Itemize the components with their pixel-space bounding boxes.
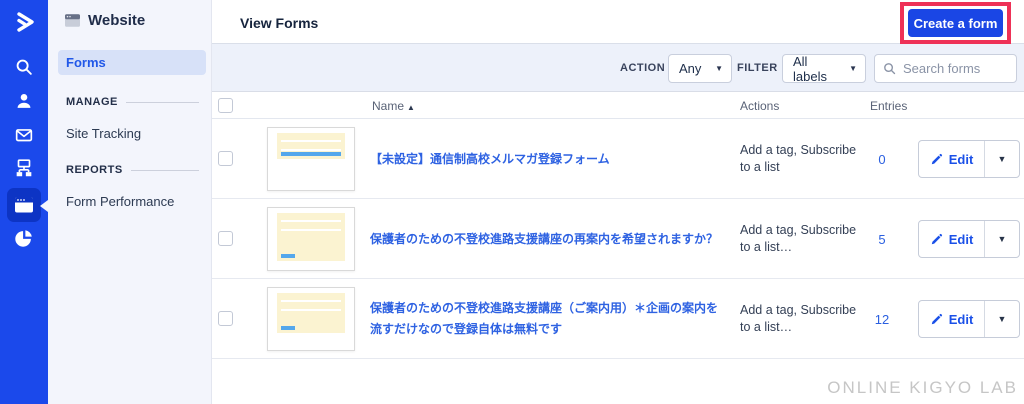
logo-glyph [17, 12, 34, 32]
table-row: 保護者のための不登校進路支援講座（ご案内用）＊企画の案内を流すだけなので登録自体… [212, 279, 1024, 359]
edit-dropdown-toggle[interactable]: ▼ [985, 301, 1019, 337]
automations-icon[interactable] [12, 156, 36, 180]
entries-cell: 5 [862, 199, 902, 279]
main-content: View Forms Create a form ACTION Any ▼ FI… [212, 0, 1024, 404]
activecampaign-logo-icon[interactable] [10, 8, 38, 36]
actions-cell: Add a tag, Subscribe to a list… [740, 302, 857, 335]
form-preview [277, 133, 345, 159]
active-nav-pointer [40, 200, 48, 212]
search-icon [884, 63, 896, 75]
column-header-actions: Actions [740, 99, 780, 113]
pencil-icon [931, 233, 942, 244]
entries-cell: 12 [862, 279, 902, 359]
edit-split-button: Edit ▼ [918, 220, 1020, 258]
form-name-link[interactable]: 保護者のための不登校進路支援講座の再案内を希望されますか？ [370, 229, 718, 250]
sidebar-item-forms-label: Forms [66, 55, 106, 70]
action-label: ACTION [620, 62, 666, 74]
labels-filter-dropdown[interactable]: All labels ▼ [782, 53, 866, 84]
sort-asc-icon: ▲ [407, 103, 415, 112]
name-cell: 【未設定】通信制高校メルマガ登録フォーム [370, 119, 728, 199]
edit-split-button: Edit ▼ [918, 140, 1020, 178]
page-header: View Forms [212, 0, 1024, 44]
table-row: 保護者のための不登校進路支援講座の再案内を希望されますか？ Add a tag,… [212, 199, 1024, 279]
form-name-link[interactable]: 保護者のための不登校進路支援講座（ご案内用）＊企画の案内を流すだけなので登録自体… [370, 298, 728, 340]
pencil-icon [931, 153, 942, 164]
row-checkbox[interactable] [218, 151, 233, 166]
browser-window-icon [15, 197, 33, 213]
form-preview [277, 293, 345, 333]
form-thumbnail[interactable] [267, 207, 355, 271]
section-header-manage: MANAGE [66, 96, 199, 108]
actions-cell: Add a tag, Subscribe to a list [740, 142, 857, 175]
create-form-button[interactable]: Create a form [908, 9, 1003, 37]
page-title: View Forms [240, 15, 319, 31]
section-header-reports: REPORTS [66, 164, 199, 176]
primary-nav-rail [0, 0, 48, 404]
chevron-down-icon: ▼ [849, 64, 857, 73]
website-sidebar: Website Forms MANAGE Site Tracking REPOR… [48, 0, 212, 404]
column-header-entries: Entries [870, 99, 908, 113]
website-icon [65, 14, 80, 27]
sidebar-item-forms[interactable]: Forms [58, 50, 206, 75]
edit-dropdown-toggle[interactable]: ▼ [985, 141, 1019, 177]
chevron-down-icon: ▼ [997, 314, 1007, 324]
form-preview [277, 213, 345, 261]
name-header-label: Name [372, 99, 405, 113]
campaigns-icon[interactable] [12, 123, 36, 147]
edit-button-label: Edit [948, 231, 974, 247]
table-header-row: Name ▲ Actions Entries [212, 92, 1024, 119]
filter-label: FILTER [737, 62, 778, 74]
sidebar-header: Website [64, 12, 145, 29]
actions-cell: Add a tag, Subscribe to a list… [740, 222, 857, 255]
edit-button[interactable]: Edit [919, 221, 985, 257]
row-checkbox[interactable] [218, 311, 233, 326]
select-all-checkbox[interactable] [218, 98, 233, 113]
sidebar-item-website-active[interactable] [7, 188, 41, 222]
name-cell: 保護者のための不登校進路支援講座（ご案内用）＊企画の案内を流すだけなので登録自体… [370, 279, 728, 359]
search-forms-container [874, 54, 1017, 83]
sidebar-title: Website [88, 12, 146, 29]
edit-button-label: Edit [948, 151, 974, 167]
entries-count-link[interactable]: 5 [878, 232, 885, 247]
form-thumbnail[interactable] [267, 127, 355, 191]
name-cell: 保護者のための不登校進路支援講座の再案内を希望されますか？ [370, 199, 728, 279]
entries-count-link[interactable]: 0 [878, 152, 885, 167]
watermark: ONLINE KIGYO LAB [827, 378, 1018, 397]
edit-split-button: Edit ▼ [918, 300, 1020, 338]
edit-button-label: Edit [948, 311, 974, 327]
edit-button[interactable]: Edit [919, 301, 985, 337]
reports-icon[interactable] [12, 226, 36, 250]
contacts-icon[interactable] [12, 89, 36, 113]
action-dropdown-value: Any [679, 61, 702, 76]
column-header-name[interactable]: Name ▲ [372, 99, 415, 113]
pencil-icon [931, 313, 942, 324]
entries-count-link[interactable]: 12 [875, 312, 889, 327]
edit-button[interactable]: Edit [919, 141, 985, 177]
chevron-down-icon: ▼ [715, 64, 723, 73]
divider [125, 101, 199, 103]
search-icon[interactable] [12, 55, 36, 79]
entries-cell: 0 [862, 119, 902, 199]
form-name-link[interactable]: 【未設定】通信制高校メルマガ登録フォーム [370, 149, 610, 170]
form-thumbnail[interactable] [267, 287, 355, 351]
sidebar-item-site-tracking[interactable]: Site Tracking [66, 126, 141, 141]
edit-dropdown-toggle[interactable]: ▼ [985, 221, 1019, 257]
section-header-reports-label: REPORTS [66, 164, 123, 176]
labels-filter-value: All labels [793, 53, 827, 84]
chevron-down-icon: ▼ [997, 234, 1007, 244]
filter-bar: ACTION Any ▼ FILTER All labels ▼ [212, 44, 1024, 92]
section-header-manage-label: MANAGE [66, 96, 118, 108]
sidebar-item-form-performance[interactable]: Form Performance [66, 194, 174, 209]
action-dropdown[interactable]: Any ▼ [668, 54, 732, 83]
divider [130, 169, 199, 171]
table-row: 【未設定】通信制高校メルマガ登録フォーム Add a tag, Subscrib… [212, 119, 1024, 199]
row-checkbox[interactable] [218, 231, 233, 246]
chevron-down-icon: ▼ [997, 154, 1007, 164]
